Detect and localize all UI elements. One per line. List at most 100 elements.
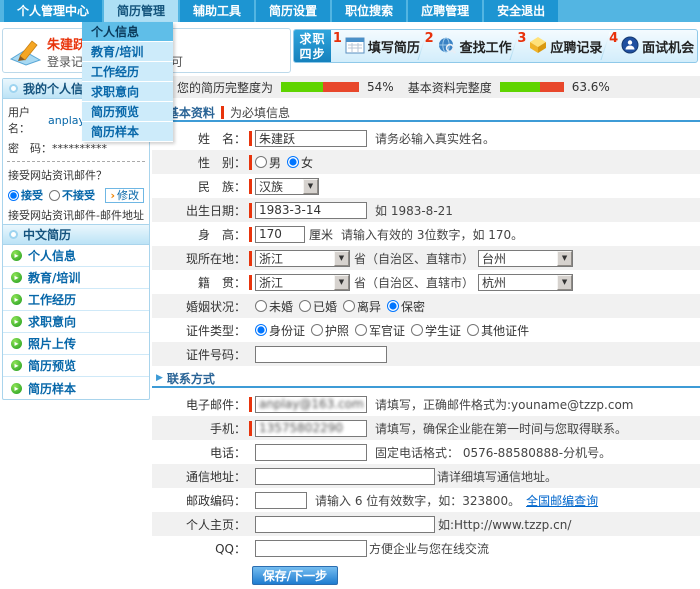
birthday-input[interactable]: 1983-3-14 xyxy=(255,202,367,219)
resume-management-dropdown: 个人信息 教育/培训 工作经历 求职意向 简历预览 简历样本 xyxy=(82,22,173,142)
email-hint: 请填写，正确邮件格式为:youname@tzzp.com xyxy=(375,396,634,413)
sidebar-item-personal-info[interactable]: ▸ 个人信息 xyxy=(3,245,149,267)
id-type-student-radio[interactable] xyxy=(411,324,423,336)
nav-item-job-search[interactable]: 职位搜索 xyxy=(332,0,406,22)
dropdown-item-resume-sample[interactable]: 简历样本 xyxy=(82,122,173,142)
calendar-icon xyxy=(345,36,365,57)
job-steps-bar: 求职四步 1 填写简历 2 xyxy=(293,29,698,63)
name-input[interactable]: 朱建跃 xyxy=(255,130,367,147)
chevron-down-icon: ▼ xyxy=(557,251,572,266)
homepage-input[interactable] xyxy=(255,516,435,533)
marriage-single-radio[interactable] xyxy=(255,300,267,312)
marriage-secret-radio[interactable] xyxy=(387,300,399,312)
form-row-origin: 籍 贯： 浙江▼ 省（自治区、直辖市） 杭州▼ xyxy=(152,270,700,294)
form-row-id-type: 证件类型： 身份证 护照 军官证 学生证 其他证件 xyxy=(152,318,700,342)
id-type-other-radio[interactable] xyxy=(467,324,479,336)
sidebar-item-job-intention[interactable]: ▸ 求职意向 xyxy=(3,311,149,333)
nav-item-resume-settings[interactable]: 简历设置 xyxy=(256,0,330,22)
step-interview-chances[interactable]: 4 面试机会 xyxy=(606,30,697,62)
step-find-job[interactable]: 2 查找工作 xyxy=(423,30,514,62)
nav-item-personal-center[interactable]: 个人管理中心 xyxy=(4,0,102,22)
zipcode-lookup-link[interactable]: 全国邮编查询 xyxy=(526,492,598,509)
qq-hint: 方便企业与您在线交流 xyxy=(369,540,489,557)
gender-label: 性 别： xyxy=(154,154,246,171)
height-input[interactable]: 170 xyxy=(255,226,305,243)
nation-select[interactable]: 汉族▼ xyxy=(255,178,319,195)
marriage-married-radio[interactable] xyxy=(299,300,311,312)
origin-province-select[interactable]: 浙江▼ xyxy=(255,274,350,291)
email-label: 电子邮件： xyxy=(154,396,246,413)
height-hint: 请输入有效的 3位数字，如 170。 xyxy=(341,226,523,243)
nav-item-application-management[interactable]: 应聘管理 xyxy=(408,0,482,22)
address-input[interactable] xyxy=(255,468,435,485)
gender-female-option: 女 xyxy=(301,154,313,171)
nav-item-tools[interactable]: 辅助工具 xyxy=(180,0,254,22)
record-box-icon xyxy=(529,36,547,57)
form-row-location: 现所在地： 浙江▼ 省（自治区、直辖市） 台州▼ xyxy=(152,246,700,270)
step-application-records[interactable]: 3 应聘记录 xyxy=(515,30,606,62)
dropdown-item-personal-info[interactable]: 个人信息 xyxy=(82,22,173,42)
nav-item-resume-management[interactable]: 简历管理 xyxy=(104,0,178,22)
height-label: 身 高： xyxy=(154,226,246,243)
qq-input[interactable] xyxy=(255,540,367,557)
form-row-marriage: 婚姻状况： 未婚 已婚 离异 保密 xyxy=(152,294,700,318)
step-label: 应聘记录 xyxy=(550,37,602,56)
page: 个人管理中心简历管理辅助工具简历设置职位搜索应聘管理安全退出 朱建跃 登录记 可… xyxy=(0,0,700,589)
step-number: 3 xyxy=(517,31,526,46)
id-type-option: 护照 xyxy=(325,322,349,339)
password-value: ********** xyxy=(52,142,107,155)
step-number: 1 xyxy=(333,31,342,46)
location-city-select[interactable]: 台州▼ xyxy=(478,250,573,267)
step-number: 2 xyxy=(425,31,434,46)
form-row-name: 姓 名： 朱建跃 请务必输入真实姓名。 xyxy=(152,126,700,150)
accept-mail-radio[interactable] xyxy=(8,190,19,201)
email-input[interactable]: anplay@163.com xyxy=(255,396,367,413)
zipcode-input[interactable] xyxy=(255,492,307,509)
dropdown-item-resume-preview[interactable]: 简历预览 xyxy=(82,102,173,122)
top-nav: 个人管理中心简历管理辅助工具简历设置职位搜索应聘管理安全退出 xyxy=(0,0,700,22)
dropdown-item-education-training[interactable]: 教育/培训 xyxy=(82,42,173,62)
section-contact-header: ▶ 联系方式 xyxy=(152,370,700,388)
form-row-height: 身 高： 170 厘米 请输入有效的 3位数字，如 170。 xyxy=(152,222,700,246)
form-row-zipcode: 邮政编码： 请输入 6 位有效数字，如：323800。 全国邮编查询 xyxy=(152,488,700,512)
modify-mail-preference-button[interactable]: › 修改 xyxy=(105,188,144,203)
phone-hint: 固定电话格式： 0576-88580888-分机号。 xyxy=(375,444,611,461)
section-contact-title: 联系方式 xyxy=(167,370,215,387)
required-mark xyxy=(249,397,252,412)
form-row-mobile: 手机： 13575802290 请填写，确保企业能在第一时间与您取得联系。 xyxy=(152,416,700,440)
marriage-option: 离异 xyxy=(357,298,381,315)
step-number: 4 xyxy=(609,31,618,46)
reject-mail-radio[interactable] xyxy=(49,190,60,201)
marriage-divorced-radio[interactable] xyxy=(343,300,355,312)
step-fill-resume[interactable]: 1 填写简历 xyxy=(331,30,422,62)
id-type-passport-radio[interactable] xyxy=(311,324,323,336)
dropdown-item-job-intention[interactable]: 求职意向 xyxy=(82,82,173,102)
phone-input[interactable] xyxy=(255,444,367,461)
basic-completeness-bar xyxy=(500,82,564,92)
location-province-select[interactable]: 浙江▼ xyxy=(255,250,350,267)
gender-female-radio[interactable] xyxy=(287,156,299,168)
username-label: 用户名： xyxy=(8,104,48,136)
mobile-input[interactable]: 13575802290 xyxy=(255,420,367,437)
sidebar-item-education-training[interactable]: ▸ 教育/培训 xyxy=(3,267,149,289)
id-type-idcard-radio[interactable] xyxy=(255,324,267,336)
form-row-id-number: 证件号码： xyxy=(152,342,700,366)
form-row-gender: 性 别： 男 女 xyxy=(152,150,700,174)
sidebar-item-resume-preview[interactable]: ▸ 简历预览 xyxy=(3,355,149,377)
reject-mail-label: 不接受 xyxy=(62,187,95,203)
bullet-circle-icon xyxy=(9,230,18,239)
form-row-homepage: 个人主页： 如:Http://www.tzzp.cn/ xyxy=(152,512,700,536)
nav-item-logout[interactable]: 安全退出 xyxy=(484,0,558,22)
origin-city-select[interactable]: 杭州▼ xyxy=(478,274,573,291)
location-label: 现所在地： xyxy=(154,250,246,267)
dropdown-item-work-experience[interactable]: 工作经历 xyxy=(82,62,173,82)
save-next-button[interactable]: 保存/下一步 xyxy=(252,566,338,585)
sidebar-item-resume-sample[interactable]: ▸ 简历样本 xyxy=(3,377,149,399)
gender-male-radio[interactable] xyxy=(255,156,267,168)
sidebar-item-work-experience[interactable]: ▸ 工作经历 xyxy=(3,289,149,311)
sidebar-item-photo-upload[interactable]: ▸ 照片上传 xyxy=(3,333,149,355)
id-type-military-radio[interactable] xyxy=(355,324,367,336)
address-label: 通信地址： xyxy=(154,468,246,485)
id-number-input[interactable] xyxy=(255,346,387,363)
origin-label: 籍 贯： xyxy=(154,274,246,291)
